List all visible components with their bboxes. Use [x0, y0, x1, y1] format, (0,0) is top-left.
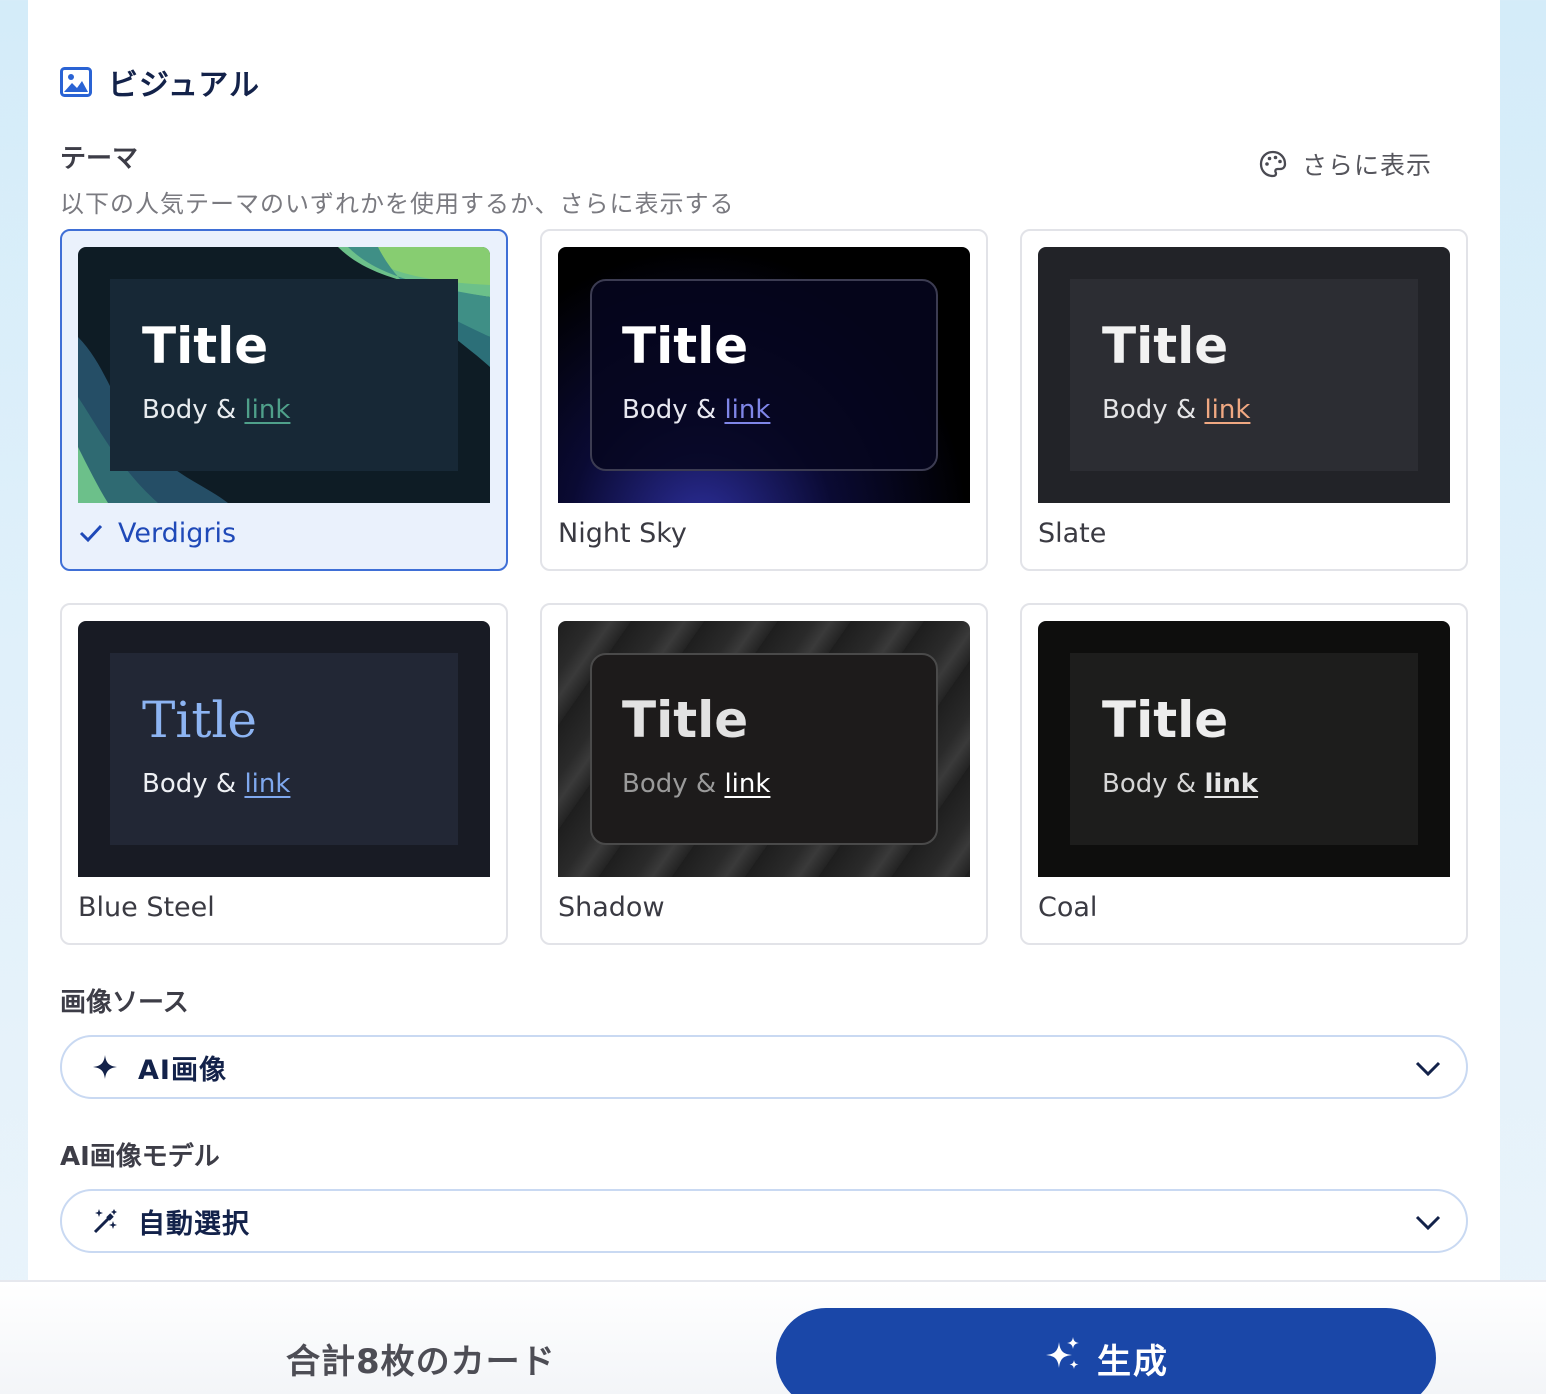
chevron-down-icon: [1415, 1215, 1441, 1231]
preview-title: Title: [622, 691, 749, 749]
preview-card: [110, 279, 458, 471]
palette-icon: [1259, 150, 1287, 178]
theme-name-label: Coal: [1038, 891, 1098, 923]
preview-link: link: [244, 395, 291, 425]
theme-preview: Title Body & link: [1038, 621, 1450, 877]
preview-body-text: Body &: [1102, 769, 1197, 799]
theme-card-slate[interactable]: Title Body & link Slate: [1020, 229, 1468, 571]
preview-title: Title: [1102, 317, 1229, 375]
preview-title: Title: [1102, 691, 1229, 749]
image-icon: [60, 67, 92, 97]
check-icon: [79, 524, 103, 543]
theme-preview: Title Body & link: [1038, 247, 1450, 503]
show-more-label: さらに表示: [1302, 151, 1433, 180]
preview-body-text: Body &: [622, 769, 717, 799]
theme-name-label: Shadow: [558, 891, 665, 923]
theme-name-label: Verdigris: [118, 517, 237, 549]
visual-section-header: ビジュアル: [60, 60, 260, 104]
theme-name: Slate: [1038, 515, 1106, 551]
preview-title: Title: [622, 317, 749, 375]
preview-card: [1070, 653, 1418, 845]
section-title: ビジュアル: [108, 68, 260, 103]
footer-bar: 合計8枚のカード 生成: [0, 1280, 1546, 1394]
preview-body: Body & link: [622, 395, 770, 425]
preview-link: link: [724, 395, 771, 425]
theme-name: Coal: [1038, 889, 1097, 925]
preview-body-text: Body &: [142, 769, 237, 799]
generate-button[interactable]: 生成: [776, 1308, 1436, 1394]
preview-body-text: Body &: [142, 395, 237, 425]
image-source-label: 画像ソース: [60, 988, 189, 1018]
show-more-button[interactable]: さらに表示: [1258, 146, 1432, 182]
magic-wand-icon: [93, 1209, 117, 1234]
theme-name: Blue Steel: [78, 889, 215, 925]
preview-link: link: [724, 769, 771, 799]
preview-link: link: [244, 769, 291, 799]
preview-body-text: Body &: [622, 395, 717, 425]
preview-card: [590, 653, 938, 845]
preview-card: [590, 279, 938, 471]
theme-label: テーマ: [60, 144, 139, 174]
theme-name: Shadow: [558, 889, 665, 925]
theme-name: Night Sky: [558, 515, 687, 551]
card-count: 合計8枚のカード: [286, 1342, 556, 1382]
preview-link: link: [1204, 769, 1259, 799]
theme-name-label: Night Sky: [558, 517, 687, 549]
preview-body-text: Body &: [1102, 395, 1197, 425]
theme-card-blue-steel[interactable]: Title Body & link Blue Steel: [60, 603, 508, 945]
preview-card: [1070, 279, 1418, 471]
theme-card-shadow[interactable]: Title Body & link Shadow: [540, 603, 988, 945]
theme-name-label: Slate: [1038, 517, 1107, 549]
theme-subtitle: 以下の人気テーマのいずれかを使用するか、さらに表示する: [60, 190, 735, 218]
theme-card-coal[interactable]: Title Body & link Coal: [1020, 603, 1468, 945]
preview-body: Body & link: [1102, 395, 1250, 425]
theme-name-label: Blue Steel: [78, 891, 215, 923]
preview-body: Body & link: [142, 395, 290, 425]
ai-model-label: AI画像モデル: [60, 1142, 220, 1172]
preview-card: [110, 653, 458, 845]
preview-title: Title: [142, 317, 269, 375]
preview-body: Body & link: [622, 769, 770, 799]
generate-label: 生成: [1097, 1342, 1169, 1382]
preview-body: Body & link: [1102, 769, 1258, 799]
ai-model-select[interactable]: 自動選択: [60, 1189, 1468, 1253]
preview-title: Title: [142, 691, 258, 749]
ai-model-value: 自動選択: [138, 1208, 250, 1240]
preview-link: link: [1204, 395, 1251, 425]
preview-body: Body & link: [142, 769, 290, 799]
image-source-value: AI画像: [138, 1054, 227, 1086]
theme-name: Verdigris: [78, 515, 236, 551]
theme-preview: Title Body & link: [78, 621, 490, 877]
sparkle-icon: [93, 1055, 117, 1079]
theme-preview: Title Body & link: [558, 621, 970, 877]
theme-card-verdigris[interactable]: Title Body & link Verdigris: [60, 229, 508, 571]
sparkles-icon: [1046, 1337, 1079, 1369]
chevron-down-icon: [1415, 1061, 1441, 1077]
theme-card-night-sky[interactable]: Title Body & link Night Sky: [540, 229, 988, 571]
theme-preview: Title Body & link: [78, 247, 490, 503]
image-source-select[interactable]: AI画像: [60, 1035, 1468, 1099]
theme-preview: Title Body & link: [558, 247, 970, 503]
